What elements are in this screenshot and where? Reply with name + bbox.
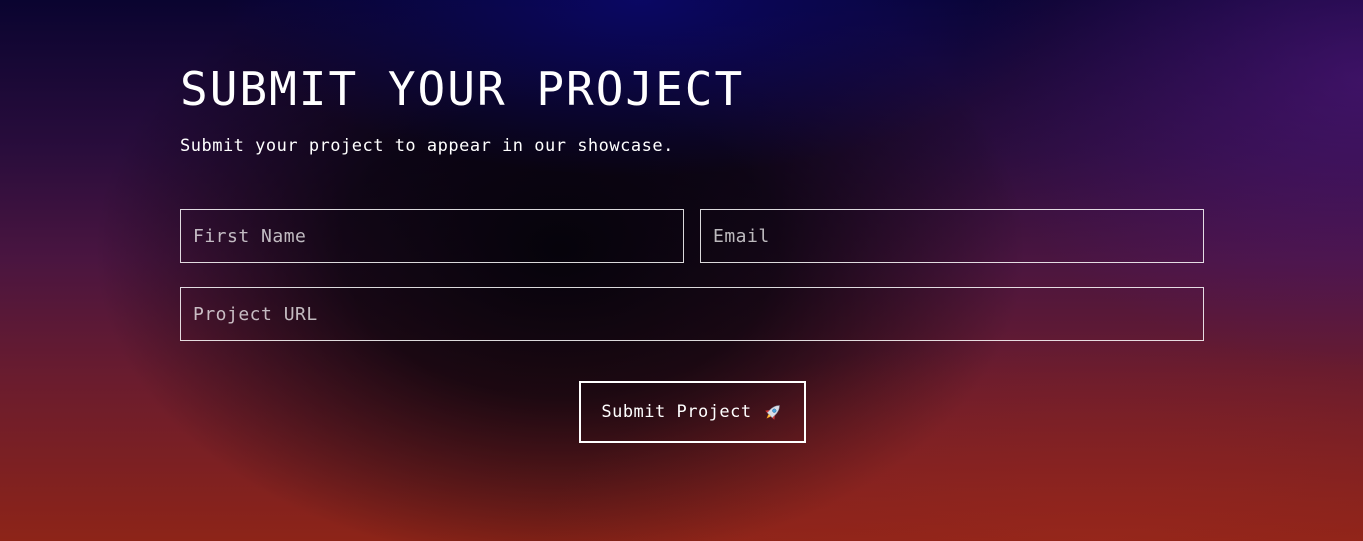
submit-button-label: Submit Project xyxy=(601,402,752,422)
first-name-input[interactable] xyxy=(180,209,684,263)
rocket-icon xyxy=(762,401,784,423)
submit-project-section: SUBMIT YOUR PROJECT Submit your project … xyxy=(180,0,1204,541)
project-url-input[interactable] xyxy=(180,287,1204,341)
page-title: SUBMIT YOUR PROJECT xyxy=(180,62,745,116)
email-input[interactable] xyxy=(700,209,1204,263)
submit-project-button[interactable]: Submit Project xyxy=(579,381,806,443)
page-subtitle: Submit your project to appear in our sho… xyxy=(180,136,674,156)
